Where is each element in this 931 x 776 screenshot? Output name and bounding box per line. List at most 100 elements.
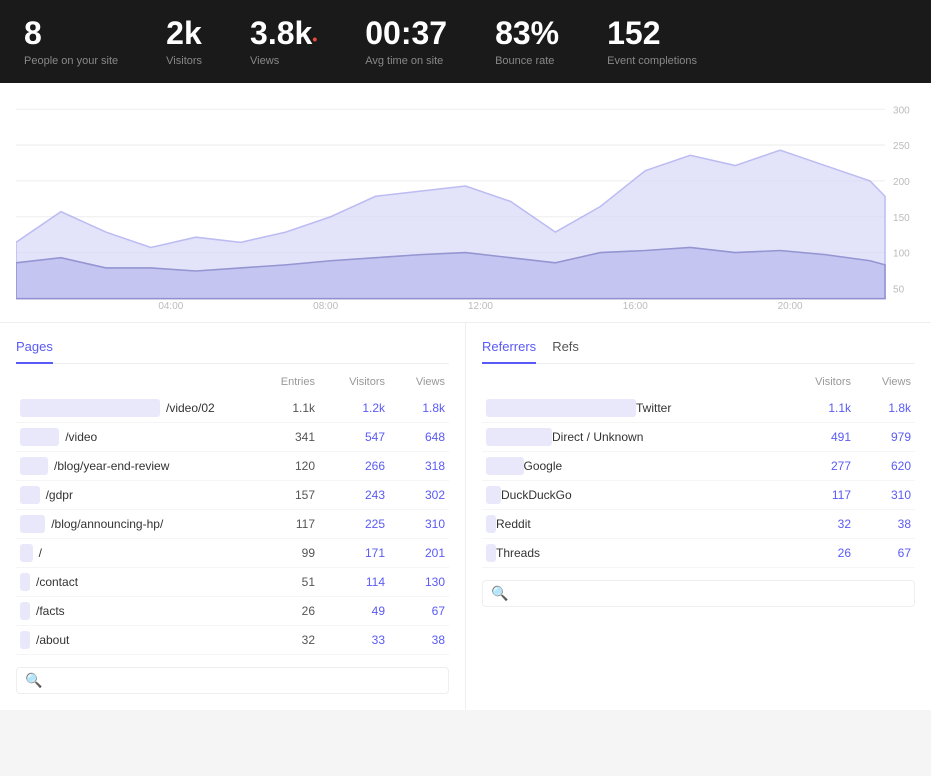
cell-ref-visitors: 491 [771, 430, 851, 444]
referrers-panel: Referrers Refs Visitors Views Twitter 1.… [466, 323, 931, 710]
pages-table-row[interactable]: / 99 171 201 [16, 539, 449, 568]
cell-visitors: 547 [315, 430, 385, 444]
metric-events-value: 152 [607, 16, 697, 51]
cell-ref-visitors: 277 [771, 459, 851, 473]
metric-visitors: 2k Visitors [166, 16, 202, 67]
cell-views: 38 [385, 633, 445, 647]
col-entries-header: Entries [245, 376, 315, 388]
ref-name-cell: Twitter [486, 399, 771, 417]
cell-ref-views: 979 [851, 430, 911, 444]
pages-table-row[interactable]: /facts 26 49 67 [16, 597, 449, 626]
metric-views-label: Views [250, 55, 317, 67]
cell-visitors: 114 [315, 575, 385, 589]
page-name-text: /gdpr [46, 488, 73, 502]
metric-people: 8 People on your site [24, 16, 118, 67]
pages-table-row[interactable]: /blog/year-end-review 120 266 318 [16, 452, 449, 481]
page-name-text: /facts [36, 604, 65, 618]
cell-entries: 120 [245, 459, 315, 473]
cell-entries: 117 [245, 517, 315, 531]
refs-table-body: Twitter 1.1k 1.8k Direct / Unknown 491 9… [482, 394, 915, 568]
metric-events: 152 Event completions [607, 16, 697, 67]
metric-avg-time-value: 00:37 [365, 16, 447, 51]
refs-table-row[interactable]: Google 277 620 [482, 452, 915, 481]
col-ref-views-header: Views [851, 376, 911, 388]
metric-views-value: 3.8k• [250, 16, 317, 51]
cell-views: 130 [385, 575, 445, 589]
pages-table-row[interactable]: /video/02 1.1k 1.2k 1.8k [16, 394, 449, 423]
refs-tab[interactable]: Refs [552, 339, 579, 355]
ref-name-cell: DuckDuckGo [486, 486, 771, 504]
page-bar [20, 544, 33, 562]
ref-bar [486, 399, 636, 417]
cell-entries: 341 [245, 430, 315, 444]
cell-visitors: 33 [315, 633, 385, 647]
ref-name-text: Direct / Unknown [552, 430, 643, 444]
y-label-250: 250 [893, 141, 910, 152]
metric-events-label: Event completions [607, 55, 697, 67]
page-bar [20, 631, 30, 649]
refs-table-row[interactable]: DuckDuckGo 117 310 [482, 481, 915, 510]
ref-name-text: DuckDuckGo [501, 488, 572, 502]
header-bar: 8 People on your site 2k Visitors 3.8k• … [0, 0, 931, 83]
cell-entries: 1.1k [245, 401, 315, 415]
ref-bar [486, 544, 496, 562]
pages-table-row[interactable]: /video 341 547 648 [16, 423, 449, 452]
refs-table-row[interactable]: Twitter 1.1k 1.8k [482, 394, 915, 423]
y-label-100: 100 [893, 249, 910, 260]
page-bar [20, 573, 30, 591]
col-ref-visitors-header: Visitors [771, 376, 851, 388]
cell-ref-visitors: 117 [771, 488, 851, 502]
page-bar [20, 515, 45, 533]
cell-ref-visitors: 26 [771, 546, 851, 560]
cell-views: 318 [385, 459, 445, 473]
search-icon: 🔍 [25, 672, 42, 689]
cell-ref-views: 310 [851, 488, 911, 502]
pages-table-row[interactable]: /contact 51 114 130 [16, 568, 449, 597]
ref-bar [486, 457, 524, 475]
pages-panel-header: Pages [16, 339, 449, 364]
ref-bar [486, 486, 501, 504]
cell-ref-views: 38 [851, 517, 911, 531]
cell-visitors: 225 [315, 517, 385, 531]
referrers-tab[interactable]: Referrers [482, 339, 536, 364]
pages-search-bar[interactable]: 🔍 [16, 667, 449, 694]
pages-table-row[interactable]: /blog/announcing-hp/ 117 225 310 [16, 510, 449, 539]
pages-table-row[interactable]: /gdpr 157 243 302 [16, 481, 449, 510]
ref-bar [486, 515, 496, 533]
refs-search-bar[interactable]: 🔍 [482, 580, 915, 607]
page-name-text: /blog/year-end-review [54, 459, 169, 473]
cell-views: 201 [385, 546, 445, 560]
refs-table-row[interactable]: Reddit 32 38 [482, 510, 915, 539]
col-views-header: Views [385, 376, 445, 388]
refs-table-row[interactable]: Threads 26 67 [482, 539, 915, 568]
cell-views: 310 [385, 517, 445, 531]
x-label-0800: 08:00 [313, 301, 338, 312]
metric-people-label: People on your site [24, 55, 118, 67]
y-label-50: 50 [893, 285, 904, 296]
col-visitors-header: Visitors [315, 376, 385, 388]
y-label-200: 200 [893, 177, 910, 188]
chart-svg: 300 250 200 150 100 50 04:00 08:00 12:00… [16, 99, 915, 314]
cell-ref-visitors: 32 [771, 517, 851, 531]
pages-panel: Pages Entries Visitors Views /video/02 1… [0, 323, 466, 710]
y-label-150: 150 [893, 213, 910, 224]
page-name-cell: /about [20, 631, 245, 649]
x-label-0400: 04:00 [158, 301, 183, 312]
cell-ref-views: 620 [851, 459, 911, 473]
ref-name-cell: Google [486, 457, 771, 475]
bottom-section: Pages Entries Visitors Views /video/02 1… [0, 323, 931, 710]
metric-bounce-label: Bounce rate [495, 55, 559, 67]
page-name-text: /video/02 [166, 401, 215, 415]
pages-tab[interactable]: Pages [16, 339, 53, 364]
refs-table-row[interactable]: Direct / Unknown 491 979 [482, 423, 915, 452]
pages-table-row[interactable]: /about 32 33 38 [16, 626, 449, 655]
page-name-text: /contact [36, 575, 78, 589]
cell-ref-views: 1.8k [851, 401, 911, 415]
page-name-cell: /video [20, 428, 245, 446]
y-label-300: 300 [893, 105, 910, 116]
page-name-cell: /blog/announcing-hp/ [20, 515, 245, 533]
page-name-cell: /blog/year-end-review [20, 457, 245, 475]
cell-ref-visitors: 1.1k [771, 401, 851, 415]
cell-visitors: 171 [315, 546, 385, 560]
page-bar [20, 399, 160, 417]
